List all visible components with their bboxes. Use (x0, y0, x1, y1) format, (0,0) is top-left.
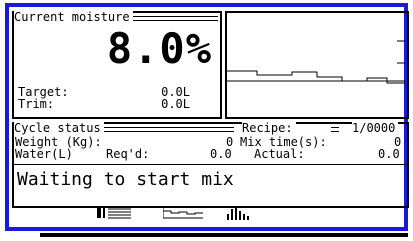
recipe-value: 1/0000 (352, 122, 399, 134)
trim-label: Trim: (18, 97, 55, 111)
bar-chart-icon[interactable] (227, 204, 251, 220)
trend-line-icon[interactable] (163, 206, 203, 220)
cycle-status-panel: Cycle status Recipe: 1/0000 Weight (Kg):… (12, 122, 409, 208)
recipe-label: Recipe: (242, 122, 296, 134)
cycle-title-rule (94, 127, 234, 132)
cycle-title-rule (331, 127, 339, 132)
cycle-status-title: Cycle status (14, 122, 104, 134)
moisture-value: 8.0% (106, 24, 212, 73)
actual-value: 0.0 (378, 147, 400, 161)
panel-title-rule (118, 16, 218, 21)
cycle-divider (14, 164, 407, 165)
softkey-bar (9, 203, 404, 227)
current-moisture-title: Current moisture (14, 11, 133, 23)
bottom-shadow-bar (40, 233, 408, 237)
list-icon[interactable] (97, 206, 133, 220)
actual-label: Actual: (254, 147, 305, 161)
water-label: Water(L) (15, 147, 73, 161)
moisture-trend-panel[interactable] (225, 11, 409, 119)
current-moisture-panel: Current moisture 8.0% Target: 0.0L Trim:… (12, 11, 222, 119)
moisture-trend-graph (227, 40, 405, 84)
reqd-label: Req'd: (106, 147, 150, 161)
reqd-value: 0.0 (210, 147, 232, 161)
trim-value: 0.0L (161, 97, 190, 111)
status-message: Waiting to start mix (17, 169, 234, 190)
moisture-display-screen: Current moisture 8.0% Target: 0.0L Trim:… (5, 3, 409, 231)
